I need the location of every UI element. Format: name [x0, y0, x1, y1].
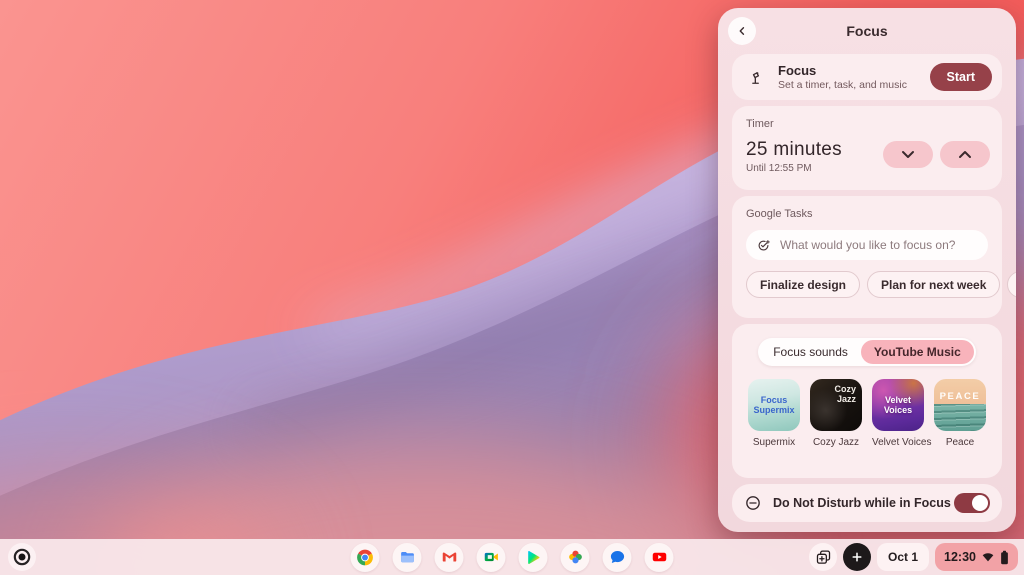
playlist-art-text: PEACE	[934, 392, 986, 403]
shelf: Oct 1 12:30	[0, 539, 1024, 575]
screen-capture-button[interactable]	[809, 543, 837, 571]
gmail-icon	[440, 548, 458, 566]
task-input-wrap	[746, 230, 988, 260]
app-youtube[interactable]	[645, 543, 674, 572]
quick-settings-button[interactable]: 12:30	[935, 543, 1018, 571]
playlist-art-velvet-voices[interactable]: Velvet Voices	[872, 379, 924, 431]
meet-icon	[482, 548, 500, 566]
app-gmail[interactable]	[435, 543, 464, 572]
task-chip-truncated[interactable]: Pla	[1007, 271, 1016, 298]
timer-decrease-button[interactable]	[883, 141, 933, 168]
youtube-icon	[650, 548, 668, 566]
music-card: Focus sounds YouTube Music Focus Supermi…	[732, 324, 1002, 478]
focus-card-subtitle: Set a timer, task, and music	[778, 79, 907, 91]
task-chip[interactable]: Finalize design	[746, 271, 860, 298]
chevron-left-icon	[735, 24, 749, 38]
app-play-store[interactable]	[519, 543, 548, 572]
plus-icon	[850, 550, 864, 564]
play-store-icon	[525, 549, 542, 566]
dnd-card: Do Not Disturb while in Focus	[732, 484, 1002, 522]
task-suggestion-chips: Finalize design Plan for next week Pla	[746, 271, 1016, 298]
date-button[interactable]: Oct 1	[877, 543, 929, 571]
dnd-toggle-thumb	[972, 495, 988, 511]
time-text: 12:30	[944, 550, 976, 564]
playlist-tile-cozy-jazz: Cozy Jazz Cozy Jazz	[810, 379, 862, 448]
tab-youtube-music[interactable]: YouTube Music	[861, 340, 974, 364]
playlist-art-cozy-jazz[interactable]: Cozy Jazz	[810, 379, 862, 431]
timer-card: Timer 25 minutes Until 12:55 PM	[732, 106, 1002, 190]
app-messages[interactable]	[603, 543, 632, 572]
app-photos[interactable]	[561, 543, 590, 572]
launcher-icon	[12, 547, 32, 567]
files-folder-icon	[398, 548, 416, 566]
playlist-tile-supermix: Focus Supermix Supermix	[748, 379, 800, 448]
playlist-tiles: Focus Supermix Supermix Cozy Jazz Cozy J…	[732, 379, 1002, 448]
launcher-button[interactable]	[8, 543, 36, 571]
screen-capture-icon	[815, 549, 832, 566]
panel-title: Focus	[846, 23, 887, 39]
focus-panel-header: Focus	[718, 8, 1016, 54]
new-item-button[interactable]	[843, 543, 871, 571]
playlist-art-supermix[interactable]: Focus Supermix	[748, 379, 800, 431]
playlist-art-text: Velvet Voices	[872, 379, 924, 431]
app-meet[interactable]	[477, 543, 506, 572]
date-text: Oct 1	[888, 550, 918, 564]
dnd-toggle[interactable]	[954, 493, 990, 513]
playlist-label: Supermix	[748, 437, 800, 448]
chrome-icon	[356, 548, 375, 567]
status-area: Oct 1 12:30	[809, 543, 1018, 571]
shelf-app-icons	[351, 543, 674, 572]
music-source-tabs: Focus sounds YouTube Music	[758, 338, 976, 366]
playlist-tile-velvet-voices: Velvet Voices Velvet Voices	[872, 379, 924, 448]
playlist-art-text: Cozy Jazz	[822, 384, 856, 405]
playlist-label: Peace	[934, 437, 986, 448]
playlist-label: Cozy Jazz	[810, 437, 862, 448]
start-button[interactable]: Start	[930, 63, 992, 91]
messages-icon	[608, 548, 626, 566]
playlist-art-text: Focus Supermix	[748, 379, 800, 431]
focus-card-texts: Focus Set a timer, task, and music	[778, 63, 907, 91]
do-not-disturb-icon	[744, 494, 762, 512]
back-button[interactable]	[728, 17, 756, 45]
tab-focus-sounds[interactable]: Focus sounds	[760, 340, 861, 364]
dnd-label: Do Not Disturb while in Focus	[773, 496, 954, 510]
google-tasks-label: Google Tasks	[746, 208, 988, 220]
timer-increase-button[interactable]	[940, 141, 990, 168]
chevron-up-icon	[958, 150, 972, 159]
timer-steppers	[883, 141, 990, 168]
battery-icon	[1000, 550, 1009, 565]
task-chip[interactable]: Plan for next week	[867, 271, 1000, 298]
chromeos-desktop: Focus Focus Set a timer, task, and music…	[0, 0, 1024, 575]
lamp-icon	[744, 67, 770, 87]
focus-task-input[interactable]	[746, 230, 988, 260]
focus-start-card: Focus Set a timer, task, and music Start	[732, 54, 1002, 100]
app-files[interactable]	[393, 543, 422, 572]
chevron-down-icon	[901, 150, 915, 159]
timer-label: Timer	[746, 118, 988, 130]
add-task-icon	[756, 238, 771, 253]
google-tasks-card: Google Tasks Finalize design Plan for ne…	[732, 196, 1002, 318]
photos-icon	[566, 548, 584, 566]
wifi-icon	[981, 550, 995, 564]
focus-panel: Focus Focus Set a timer, task, and music…	[718, 8, 1016, 532]
playlist-label: Velvet Voices	[872, 437, 924, 448]
focus-card-title: Focus	[778, 63, 907, 79]
playlist-tile-peace: PEACE Peace	[934, 379, 986, 448]
playlist-art-peace[interactable]: PEACE	[934, 379, 986, 431]
app-chrome[interactable]	[351, 543, 380, 572]
